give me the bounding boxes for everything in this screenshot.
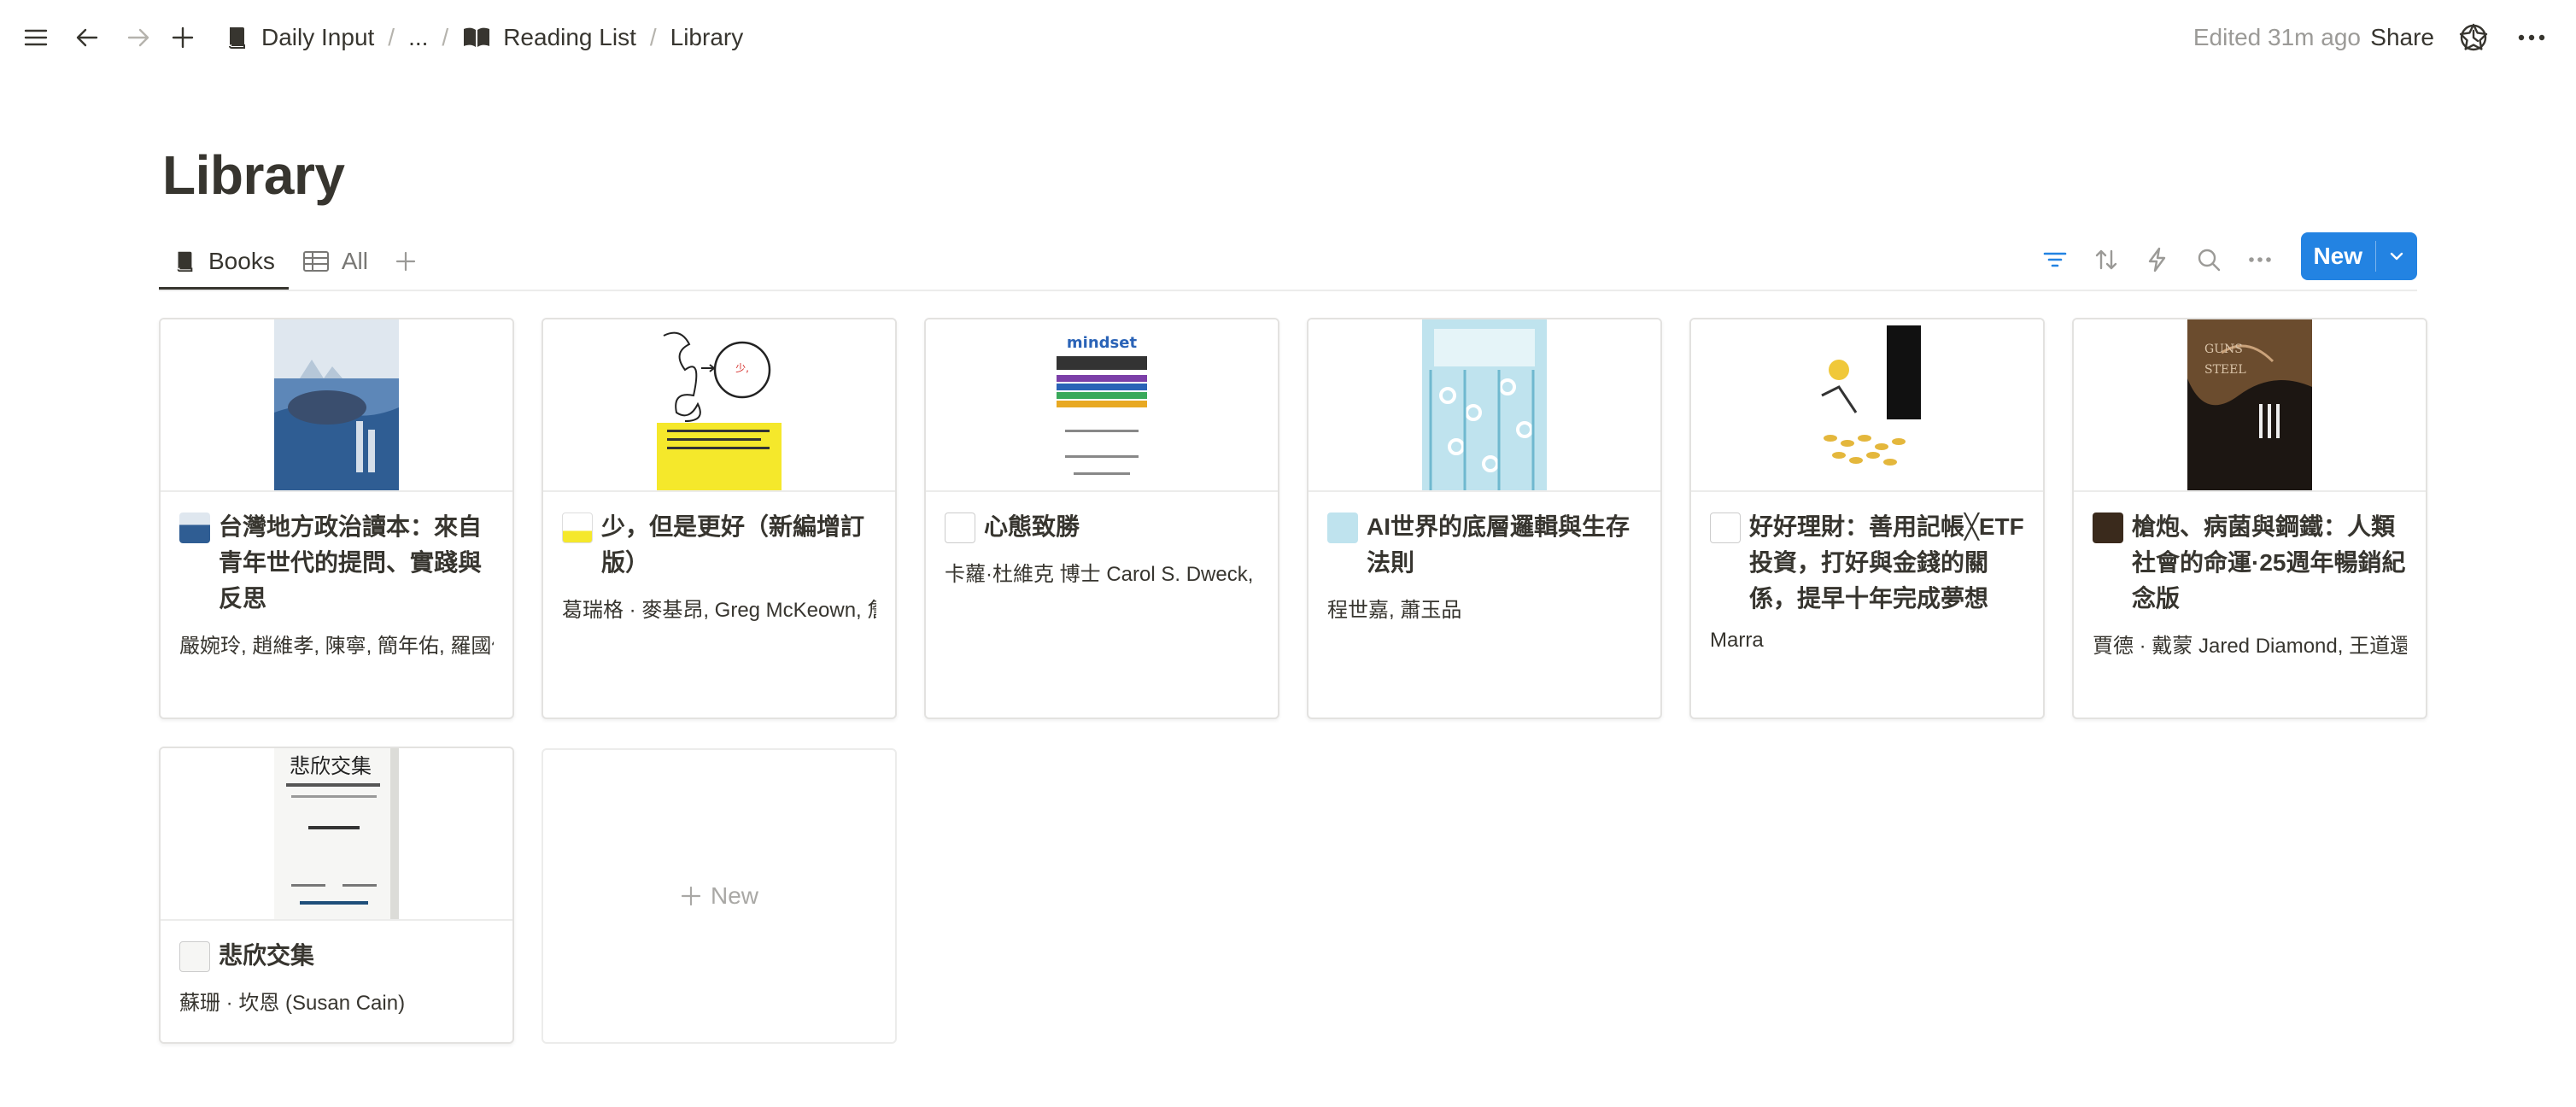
more-icon[interactable] [2511,17,2552,58]
gallery-card[interactable]: 台灣地方政治讀本：來自青年世代的提問、實踐與反思 嚴婉玲, 趙維孝, 陳寧, 簡… [159,318,514,719]
tab-label: Books [208,248,275,274]
chevron-down-icon[interactable] [2376,232,2417,280]
gallery-card[interactable]: AI世界的底層邏輯與生存法則 程世嘉, 蕭玉品 [1307,318,1662,719]
view-tabs: Books All [159,232,426,290]
new-button: New [2301,232,2417,280]
new-record-button[interactable]: New [2301,232,2375,280]
page-icon [179,512,210,543]
book-icon [229,27,245,49]
add-icon[interactable] [162,17,203,58]
table-icon [302,251,329,272]
book-cover: mindset [926,319,1278,492]
page-icon [179,941,210,972]
card-author: 卡蘿·杜維克 博士 Carol S. Dweck, P [945,563,1259,586]
breadcrumb-item-library[interactable]: Library [662,19,752,56]
page-icon [2093,512,2123,543]
svg-text:mindset: mindset [1067,334,1138,352]
card-title: 少，但是更好（新編增訂版） [601,513,865,576]
tab-books[interactable]: Books [159,232,289,290]
forward-icon[interactable] [118,17,159,58]
card-title: 好好理財：善用記帳╳ETF投資，打好與金錢的關係，提早十年完成夢想 [1749,513,2024,612]
book-cover: 悲欣交集 [161,748,512,921]
breadcrumb-item-daily-input[interactable]: Daily Input [215,19,383,56]
book-cover [1691,319,2043,492]
breadcrumb-separator: / [442,24,449,50]
breadcrumb-label: Reading List [503,24,636,50]
card-title: 台灣地方政治讀本：來自青年世代的提問、實踐與反思 [219,513,483,612]
page-icon [945,512,975,543]
tab-label: All [341,248,368,274]
breadcrumb: Daily Input / ... / Reading List / Libra… [215,0,752,75]
search-icon[interactable] [2185,236,2233,284]
breadcrumb-item-reading-list[interactable]: Reading List [454,19,645,56]
new-card-button[interactable]: New [542,748,897,1044]
svg-text:STEEL: STEEL [2204,363,2246,377]
gallery-card[interactable]: 好好理財：善用記帳╳ETF投資，打好與金錢的關係，提早十年完成夢想 Marra [1689,318,2045,719]
open-book-icon [464,27,490,47]
share-button[interactable]: Share [2370,24,2434,51]
menu-icon[interactable] [15,17,56,58]
new-card-label: New [710,882,758,909]
svg-text:少,: 少, [735,362,749,374]
svg-text:GUNS: GUNS [2204,343,2243,356]
tab-all[interactable]: All [289,232,382,290]
page-icon [1710,512,1741,543]
sort-icon[interactable] [2082,236,2130,284]
breadcrumb-label: Library [670,24,744,50]
card-title: 槍炮、病菌與鋼鐵：人類社會的命運·25週年暢銷紀念版 [2132,513,2406,612]
card-title: 悲欣交集 [219,942,315,969]
gallery-card[interactable]: 悲欣交集 悲欣交集 蘇珊 · 坎恩 (Susan Cain) [159,747,514,1044]
breadcrumb-separator: / [649,24,657,50]
gallery-card[interactable]: GUNS STEEL 槍炮、病菌與鋼鐵：人類社會的命運·25週年暢銷紀念版 賈德… [2072,318,2427,719]
plus-icon [681,886,701,906]
filter-icon[interactable] [2031,236,2079,284]
breadcrumb-label: Daily Input [261,24,375,50]
card-author: 蘇珊 · 坎恩 (Susan Cain) [179,992,406,1015]
page-icon [1327,512,1358,543]
card-author: Marra [1710,629,1764,652]
divider [159,290,2417,291]
svg-text:悲欣交集: 悲欣交集 [290,754,372,778]
star-icon[interactable] [2453,17,2494,58]
back-icon[interactable] [67,17,108,58]
breadcrumb-separator: / [388,24,395,50]
breadcrumb-label: ... [408,24,429,50]
breadcrumb-item-ellipsis[interactable]: ... [400,19,436,56]
card-title: AI世界的底層邏輯與生存法則 [1367,513,1630,576]
page-icon [562,512,593,543]
book-cover: 少, [543,319,895,492]
card-author: 賈德 · 戴蒙 Jared Diamond, 王道還, [2093,635,2407,658]
add-view-icon[interactable] [385,241,426,282]
automation-icon[interactable] [2134,236,2181,284]
view-options-icon[interactable] [2236,236,2284,284]
card-author: 葛瑞格 · 麥基昂, Greg McKeown, 詹 [562,599,876,622]
book-cover [161,319,512,492]
gallery-card[interactable]: 少, 少，但是更好（新編增訂版） 葛瑞格 · 麥基昂, Greg McKeown… [542,318,897,719]
top-bar: Daily Input / ... / Reading List / Libra… [0,0,2576,75]
page-title: Library [162,144,345,206]
book-cover [1308,319,1660,492]
edited-timestamp: Edited 31m ago [2193,24,2361,50]
book-icon [177,251,193,272]
gallery-card[interactable]: mindset 心態致勝 卡蘿·杜維克 博士 Carol S. Dweck, P [924,318,1279,719]
card-title: 心態致勝 [984,513,1080,540]
book-cover: GUNS STEEL [2074,319,2426,492]
card-author: 程世嘉, 蕭玉品 [1327,599,1462,622]
card-author: 嚴婉玲, 趙維孝, 陳寧, 簡年佑, 羅國儲 [179,635,494,658]
